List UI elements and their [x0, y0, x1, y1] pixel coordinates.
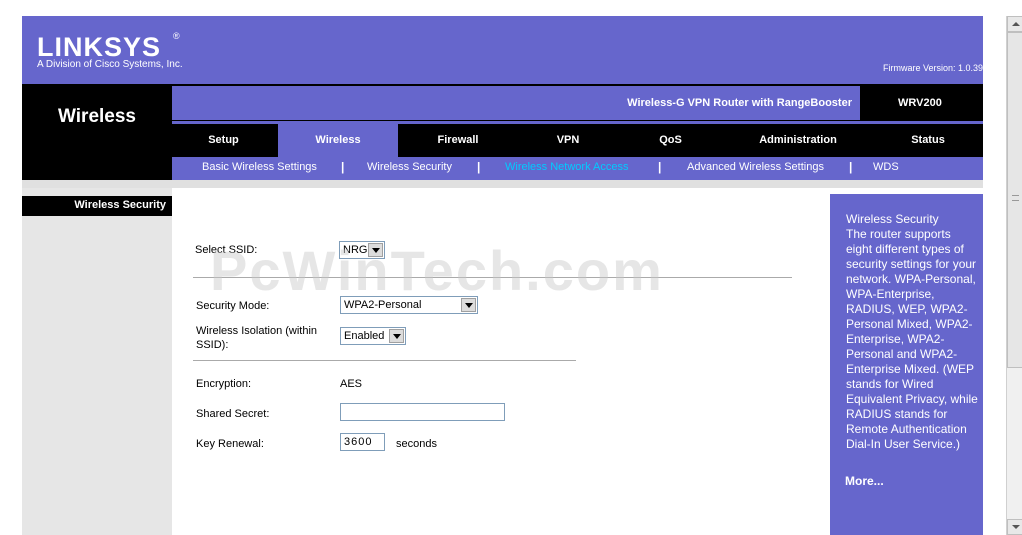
- divider-strip: [22, 180, 983, 188]
- subtab-advanced-wireless-settings[interactable]: Advanced Wireless Settings: [687, 161, 824, 173]
- product-name: Wireless-G VPN Router with RangeBooster: [627, 97, 852, 109]
- subtab-basic-wireless-settings[interactable]: Basic Wireless Settings: [202, 161, 317, 173]
- shared-secret-label: Shared Secret:: [196, 408, 270, 420]
- isolation-label-cont: SSID):: [196, 339, 229, 351]
- logo-subtitle: A Division of Cisco Systems, Inc.: [37, 59, 183, 70]
- tab-qos[interactable]: QoS: [618, 124, 723, 157]
- divider: [193, 360, 576, 361]
- shared-secret-input[interactable]: [340, 403, 505, 421]
- subtab-wireless-security[interactable]: Wireless Security: [367, 161, 452, 173]
- isolation-select[interactable]: Enabled: [340, 327, 406, 345]
- section-title: Wireless: [58, 106, 136, 127]
- subtab-separator: |: [658, 160, 662, 174]
- sub-tabs: Basic Wireless Settings | Wireless Secur…: [172, 157, 983, 180]
- subtab-separator: |: [477, 160, 481, 174]
- subtab-wds[interactable]: WDS: [873, 161, 899, 173]
- key-renewal-unit: seconds: [396, 438, 437, 450]
- isolation-label: Wireless Isolation (within: [196, 325, 318, 337]
- tab-firewall[interactable]: Firewall: [398, 124, 518, 157]
- help-box: Wireless Security The router supports ei…: [830, 194, 983, 535]
- key-renewal-label: Key Renewal:: [196, 438, 264, 450]
- model-box: WRV200: [860, 86, 983, 120]
- encryption-value: AES: [340, 378, 363, 390]
- watermark: PcWinTech.com: [210, 239, 664, 302]
- firmware-version: Firmware Version: 1.0.39: [882, 63, 983, 73]
- registered-mark: ®: [173, 31, 180, 41]
- tab-wireless[interactable]: Wireless: [278, 124, 398, 157]
- scroll-thumb[interactable]: [1007, 32, 1022, 368]
- tab-vpn[interactable]: VPN: [518, 124, 618, 157]
- subtab-separator: |: [341, 160, 345, 174]
- help-panel: Wireless Security The router supports ei…: [830, 188, 983, 535]
- sidebar-heading: Wireless Security: [74, 199, 166, 211]
- main-tabs: Setup Wireless Firewall VPN QoS Administ…: [172, 121, 983, 157]
- left-sidebar: Wireless Security: [22, 188, 172, 535]
- encryption-label: Encryption:: [196, 378, 252, 390]
- subtab-wireless-network-access[interactable]: Wireless Network Access: [505, 161, 628, 173]
- sidebar-heading-box: Wireless Security: [22, 196, 172, 216]
- help-title: Wireless Security: [846, 212, 939, 226]
- model-name: WRV200: [898, 97, 942, 109]
- chevron-down-icon: [389, 329, 404, 343]
- tab-status[interactable]: Status: [873, 124, 983, 157]
- key-renewal-input[interactable]: 3600: [340, 433, 385, 451]
- scroll-down-icon[interactable]: [1007, 519, 1022, 535]
- product-bar: Wireless-G VPN Router with RangeBooster: [172, 86, 860, 120]
- tab-setup[interactable]: Setup: [172, 124, 275, 157]
- help-more-link[interactable]: More...: [845, 474, 884, 489]
- vertical-scrollbar[interactable]: [1006, 16, 1022, 535]
- grip-icon: [1012, 195, 1019, 201]
- navigation-band: Wireless Wireless-G VPN Router with Rang…: [22, 84, 983, 180]
- browser-page: LINKSYS ® A Division of Cisco Systems, I…: [0, 0, 1022, 535]
- help-text: The router supports eight different type…: [846, 227, 978, 451]
- tab-administration[interactable]: Administration: [723, 124, 873, 157]
- header-banner: LINKSYS ® A Division of Cisco Systems, I…: [22, 16, 983, 84]
- isolation-select-value: Enabled: [344, 330, 385, 342]
- scroll-up-icon[interactable]: [1007, 16, 1022, 32]
- subtab-separator: |: [849, 160, 853, 174]
